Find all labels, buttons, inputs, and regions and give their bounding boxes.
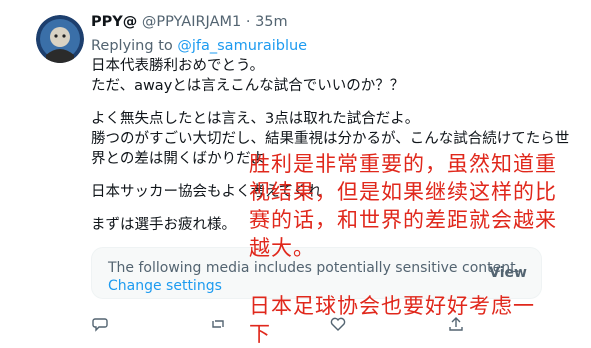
tweet-header: PPY@ @PPYAIRJAM1 · 35m [91,12,288,32]
avatar[interactable] [36,15,84,63]
display-name[interactable]: PPY@ [91,14,137,30]
translation-line: 日本足球协会也要好好考虑一 [249,294,535,318]
handle[interactable]: @PPYAIRJAM1 [142,14,241,30]
replying-to-link[interactable]: @jfa_samuraiblue [177,38,307,54]
translation-line: 下 [249,322,271,346]
replying-prefix: Replying to [91,38,173,54]
separator: · [245,14,251,30]
retweet-icon[interactable] [210,316,226,335]
avatar-image [36,15,84,63]
translation-line: 越大。 [249,236,315,260]
timestamp[interactable]: 35m [255,14,288,30]
translation-line: 赛的话，和世界的差距就会越来 [249,208,557,232]
view-button[interactable]: View [489,265,527,281]
change-settings-link[interactable]: Change settings [108,277,222,295]
replying-to: Replying to @jfa_samuraiblue [91,36,307,56]
translation-line: 胜利是非常重要的，虽然知道重 [249,152,557,176]
tweet-line: ただ、awayとは言えこんな試合でいいのか？？ [91,78,405,94]
translation-overlay-2: 日本足球协会也要好好考虑一 下 [249,292,535,348]
translation-line: 视结果，但是如果继续这样的比 [249,180,557,204]
tweet-line: よく無失点したとは言え、3点は取れた試合だよ。 [91,111,420,127]
reply-icon[interactable] [92,316,108,335]
translation-overlay-1: 胜利是非常重要的，虽然知道重 视结果，但是如果继续这样的比 赛的话，和世界的差距… [249,150,557,262]
tweet-line: 日本代表勝利おめでとう。 [91,58,265,74]
tweet-line: 勝つのがすごい大切だし、結果重視は分かるが、こんな試合続けてたら世 [91,131,570,147]
